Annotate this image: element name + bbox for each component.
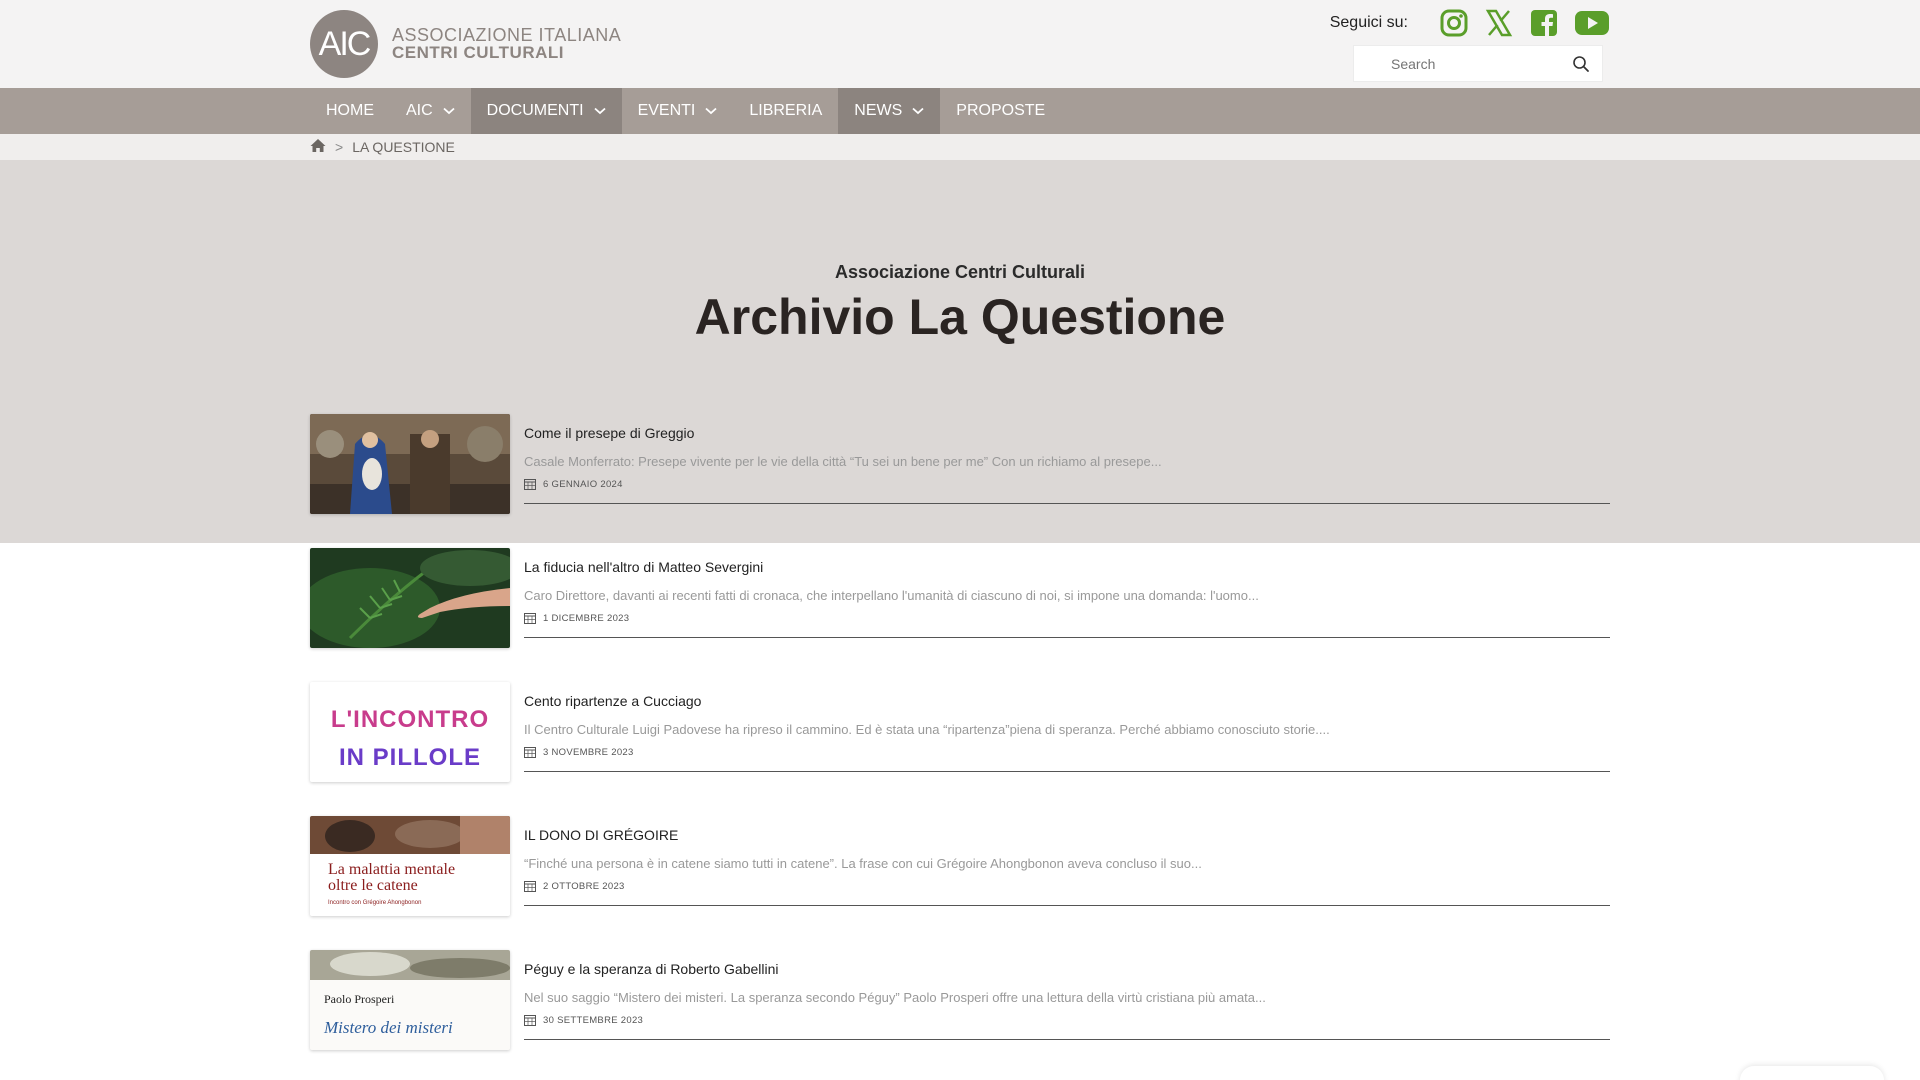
- article-content: La fiducia nell'altro di Matteo Severgin…: [524, 548, 1610, 638]
- nav-label: Documenti: [486, 102, 584, 119]
- article-date: 6 GENNAIO 2024: [524, 478, 623, 490]
- chevron-down-icon: [705, 107, 717, 115]
- logo-mark: AIC: [310, 10, 378, 78]
- logo-text: ASSOCIAZIONE ITALIANA CENTRI CULTURALI: [392, 26, 621, 62]
- article-thumbnail[interactable]: La malattia mentale oltre le catene Inco…: [310, 816, 510, 916]
- article-content: IL DONO DI GRÉGOIRE “Finché una persona …: [524, 816, 1610, 906]
- nav-item-documenti[interactable]: Documenti: [470, 88, 622, 134]
- article-excerpt: Nel suo saggio “Mistero dei misteri. La …: [524, 990, 1266, 1005]
- article-date-text: 30 SETTEMBRE 2023: [543, 1014, 644, 1026]
- article-thumbnail[interactable]: [310, 414, 510, 514]
- article-content: Come il presepe di Greggio Casale Monfer…: [524, 414, 1610, 504]
- article-date: 2 OTTOBRE 2023: [524, 880, 625, 892]
- article-content: Cento ripartenze a Cucciago Il Centro Cu…: [524, 682, 1610, 772]
- search-input[interactable]: [1391, 55, 1571, 72]
- thumb-text-line-2: oltre le catene: [328, 877, 418, 894]
- nav-item-eventi[interactable]: Eventi: [622, 88, 734, 134]
- nav-item-home[interactable]: Home: [310, 88, 390, 134]
- list-item: Come il presepe di Greggio Casale Monfer…: [310, 414, 1610, 548]
- article-title[interactable]: Come il presepe di Greggio: [524, 425, 694, 441]
- x-icon[interactable]: [1484, 8, 1514, 38]
- breadcrumb-current: LA QUESTIONE: [352, 139, 455, 155]
- thumb-text-line-3: Incontro con Grégoire Ahongbonon: [328, 900, 422, 906]
- list-item: La fiducia nell'altro di Matteo Severgin…: [310, 548, 1610, 682]
- article-list: Come il presepe di Greggio Casale Monfer…: [310, 414, 1610, 1080]
- article-thumbnail[interactable]: L'INCONTRO IN PILLOLE: [310, 682, 510, 782]
- logo-line-1: ASSOCIAZIONE ITALIANA: [392, 25, 622, 45]
- nav-item-libreria[interactable]: Libreria: [733, 88, 838, 134]
- site-header: AIC ASSOCIAZIONE ITALIANA CENTRI CULTURA…: [0, 0, 1920, 88]
- list-item: Paolo Prosperi Mistero dei misteri Péguy…: [310, 950, 1610, 1080]
- search-box: [1353, 45, 1603, 82]
- article-thumbnail[interactable]: [310, 548, 510, 648]
- main-nav: Home AIC Documenti Eventi Libreria News …: [0, 88, 1920, 134]
- thumb-text-line-2: IN PILLOLE: [339, 744, 481, 771]
- nav-label: AIC: [406, 102, 433, 119]
- article-excerpt: Caro Direttore, davanti ai recenti fatti…: [524, 588, 1259, 603]
- youtube-icon[interactable]: [1574, 8, 1610, 38]
- nav-item-news[interactable]: News: [838, 88, 941, 134]
- thumb-text-line-1: La malattia mentale: [328, 861, 456, 878]
- home-icon[interactable]: [310, 138, 326, 156]
- list-item: La malattia mentale oltre le catene Inco…: [310, 816, 1610, 950]
- article-title[interactable]: Péguy e la speranza di Roberto Gabellini: [524, 961, 779, 977]
- thumb-text-line-1: Paolo Prosperi: [324, 992, 395, 1006]
- calendar-icon: [524, 479, 536, 490]
- facebook-icon[interactable]: [1529, 8, 1559, 38]
- chevron-down-icon: [912, 107, 924, 115]
- article-date-text: 3 NOVEMBRE 2023: [543, 746, 634, 758]
- social-links: Seguici su:: [1330, 8, 1610, 38]
- article-title[interactable]: Cento ripartenze a Cucciago: [524, 693, 701, 709]
- article-date-text: 1 DICEMBRE 2023: [543, 612, 630, 624]
- search-icon[interactable]: [1572, 55, 1590, 73]
- page-subtitle: Associazione Centri Culturali: [834, 262, 1086, 282]
- calendar-icon: [524, 613, 536, 624]
- chevron-down-icon: [443, 107, 455, 115]
- chevron-down-icon: [593, 107, 606, 115]
- nav-label: Libreria: [749, 102, 823, 119]
- nav-label: Proposte: [956, 102, 1046, 119]
- calendar-icon: [524, 881, 536, 892]
- article-date-text: 2 OTTOBRE 2023: [543, 880, 625, 892]
- article-thumbnail[interactable]: Paolo Prosperi Mistero dei misteri: [310, 950, 510, 1050]
- logo-line-2: CENTRI CULTURALI: [392, 43, 564, 62]
- thumb-text-line-2: Mistero dei misteri: [324, 1018, 453, 1037]
- instagram-icon[interactable]: [1439, 8, 1469, 38]
- nav-label: News: [854, 102, 903, 119]
- article-excerpt: Il Centro Culturale Luigi Padovese ha ri…: [524, 722, 1330, 737]
- calendar-icon: [524, 1015, 536, 1026]
- breadcrumb: > LA QUESTIONE: [0, 134, 1920, 160]
- article-date: 30 SETTEMBRE 2023: [524, 1014, 643, 1026]
- article-excerpt: Casale Monferrato: Presepe vivente per l…: [524, 454, 1162, 469]
- thumb-text-line-1: L'INCONTRO: [330, 706, 490, 733]
- calendar-icon: [524, 747, 536, 758]
- nav-item-aic[interactable]: AIC: [390, 88, 471, 134]
- nav-label: Home: [326, 102, 374, 119]
- site-logo[interactable]: AIC ASSOCIAZIONE ITALIANA CENTRI CULTURA…: [310, 10, 621, 78]
- floating-widget[interactable]: [1740, 1066, 1884, 1080]
- page-title: Archivio La Questione: [694, 289, 1226, 345]
- nav-label: Eventi: [637, 102, 696, 119]
- article-excerpt: “Finché una persona è in catene siamo tu…: [524, 856, 1202, 871]
- breadcrumb-separator: >: [335, 139, 344, 155]
- list-item: L'INCONTRO IN PILLOLE Cento ripartenze a…: [310, 682, 1610, 816]
- article-date-text: 6 GENNAIO 2024: [543, 478, 623, 490]
- social-label: Seguici su:: [1329, 14, 1408, 31]
- article-title[interactable]: IL DONO DI GRÉGOIRE: [524, 827, 678, 843]
- article-content: Péguy e la speranza di Roberto Gabellini…: [524, 950, 1610, 1040]
- nav-item-proposte[interactable]: Proposte: [940, 88, 1061, 134]
- article-date: 1 DICEMBRE 2023: [524, 612, 629, 624]
- article-title[interactable]: La fiducia nell'altro di Matteo Severgin…: [524, 559, 763, 575]
- article-date: 3 NOVEMBRE 2023: [524, 746, 634, 758]
